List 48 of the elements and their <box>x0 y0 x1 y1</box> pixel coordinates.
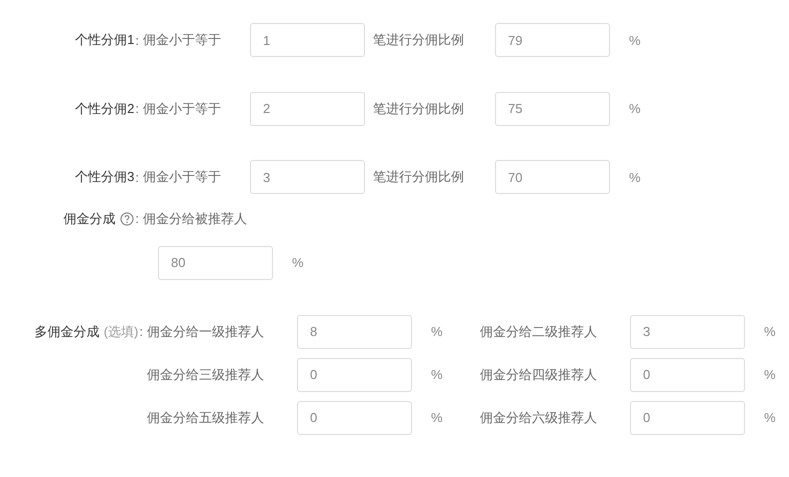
help-icon[interactable] <box>120 212 134 226</box>
percent-unit: % <box>764 367 776 382</box>
ratio-text: 笔进行分佣比例 <box>373 31 465 49</box>
field-label: 佣金分成 <box>63 210 116 228</box>
rate-input[interactable]: 79 <box>495 23 610 57</box>
optional-hint: (选填) <box>104 322 138 340</box>
field-label: 个性分佣3 <box>75 168 134 186</box>
colon: : <box>135 170 139 184</box>
percent-unit: % <box>431 410 443 425</box>
percent-unit: % <box>629 170 641 184</box>
percent-unit: % <box>431 367 443 382</box>
field-label: 多佣金分成 <box>34 322 100 340</box>
condition-text: 佣金小于等于 <box>143 168 222 186</box>
level-input[interactable]: 0 <box>630 400 745 434</box>
level-label: 佣金分给二级推荐人 <box>480 322 598 340</box>
condition-text: 佣金小于等于 <box>143 100 222 118</box>
level-input[interactable]: 0 <box>297 358 412 392</box>
level-input[interactable]: 3 <box>630 314 745 348</box>
ratio-text: 笔进行分佣比例 <box>373 100 465 118</box>
level-label: 佣金分给五级推荐人 <box>147 408 265 426</box>
percent-unit: % <box>431 324 443 339</box>
rate-input[interactable]: 75 <box>495 92 610 126</box>
colon: : <box>135 211 139 226</box>
count-input[interactable]: 1 <box>250 23 365 57</box>
split-text: 佣金分给被推荐人 <box>143 210 247 228</box>
percent-unit: % <box>764 410 776 425</box>
percent-unit: % <box>292 255 304 270</box>
ratio-text: 笔进行分佣比例 <box>373 168 465 186</box>
level-label: 佣金分给三级推荐人 <box>147 366 265 384</box>
level-input[interactable]: 0 <box>630 358 745 392</box>
colon: : <box>139 324 143 339</box>
level-input[interactable]: 8 <box>297 314 412 348</box>
count-input[interactable]: 3 <box>250 160 365 194</box>
condition-text: 佣金小于等于 <box>143 31 222 49</box>
level-label: 佣金分给一级推荐人 <box>147 322 265 340</box>
field-label: 个性分佣1 <box>75 31 134 49</box>
split-input[interactable]: 80 <box>158 246 273 280</box>
percent-unit: % <box>629 101 641 116</box>
level-label: 佣金分给四级推荐人 <box>480 366 598 384</box>
level-label: 佣金分给六级推荐人 <box>480 408 598 426</box>
percent-unit: % <box>764 324 776 339</box>
colon: : <box>135 32 139 48</box>
count-input[interactable]: 2 <box>250 92 365 126</box>
rate-input[interactable]: 70 <box>495 160 610 194</box>
field-label: 个性分佣2 <box>75 100 134 118</box>
percent-unit: % <box>629 32 641 48</box>
colon: : <box>135 101 139 116</box>
level-input[interactable]: 0 <box>297 400 412 434</box>
